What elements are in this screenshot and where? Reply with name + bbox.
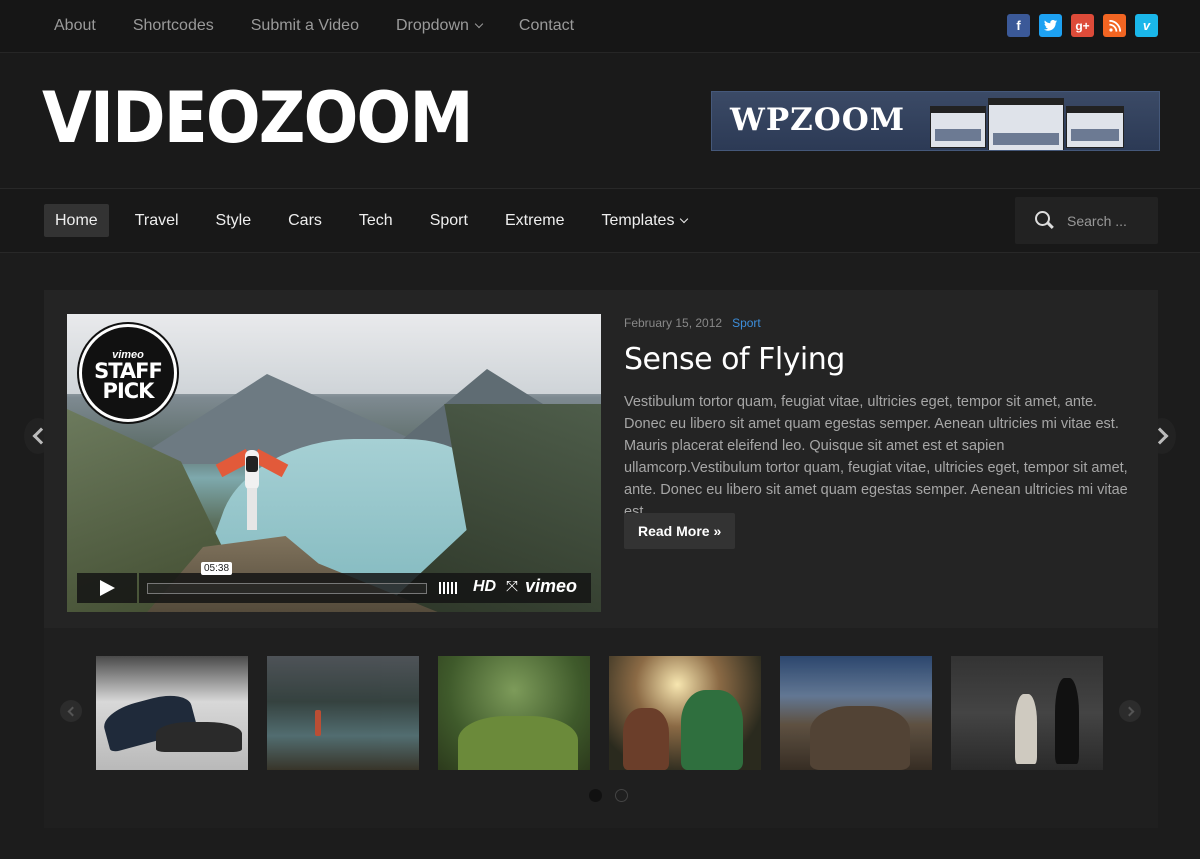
topnav-about-link[interactable]: About bbox=[54, 17, 96, 35]
carousel-thumb-cars[interactable] bbox=[96, 656, 248, 770]
main-navigation: Home Travel Style Cars Tech Sport Extrem… bbox=[0, 189, 1200, 253]
chevron-left-icon bbox=[67, 706, 77, 716]
volume-icon[interactable] bbox=[439, 582, 459, 594]
nav-templates-label: Templates bbox=[601, 212, 675, 229]
staff-pick-badge: vimeo STAFF PICK bbox=[79, 324, 177, 422]
twitter-icon[interactable] bbox=[1039, 14, 1062, 37]
banner-screenshot bbox=[1066, 106, 1124, 148]
carousel-thumb-tree[interactable] bbox=[438, 656, 590, 770]
nav-extreme-label: Extreme bbox=[504, 212, 565, 229]
search-input[interactable] bbox=[1065, 211, 1149, 230]
nav-cars-label: Cars bbox=[288, 212, 322, 229]
thumb-child bbox=[681, 690, 743, 770]
rss-icon[interactable] bbox=[1103, 14, 1126, 37]
play-icon bbox=[100, 580, 115, 596]
carousel-dot-2[interactable] bbox=[615, 789, 628, 802]
nav-style-label: Style bbox=[215, 212, 252, 229]
nav-travel[interactable]: Travel bbox=[124, 204, 190, 237]
thumb-person bbox=[315, 710, 321, 736]
chevron-right-icon bbox=[1124, 706, 1134, 716]
video-progress-track[interactable] bbox=[147, 583, 427, 594]
thumb-car bbox=[156, 722, 242, 752]
staff-pick-line2: PICK bbox=[102, 379, 155, 403]
thumb-rock bbox=[810, 706, 910, 770]
nav-style[interactable]: Style bbox=[205, 204, 263, 237]
post-date: February 15, 2012 bbox=[624, 316, 723, 330]
nav-sport[interactable]: Sport bbox=[419, 204, 479, 237]
post-meta: February 15, 2012 Sport bbox=[624, 316, 1134, 330]
thumb-person bbox=[1015, 694, 1037, 764]
post-excerpt: Vestibulum tortor quam, feugiat vitae, u… bbox=[624, 394, 1128, 520]
vimeo-logo[interactable]: vimeo bbox=[525, 576, 577, 597]
video-time: 05:38 bbox=[201, 562, 233, 575]
read-more-button[interactable]: Read More » bbox=[624, 513, 736, 549]
top-bar: About Shortcodes Submit a Video Dropdown… bbox=[0, 0, 1200, 53]
social-links: f g+ v bbox=[998, 14, 1158, 37]
banner-brand-text: WPZOOM bbox=[730, 102, 906, 138]
nav-templates[interactable]: Templates bbox=[591, 204, 699, 237]
post-title[interactable]: Sense of Flying bbox=[624, 342, 1134, 377]
topnav-contact-label: Contact bbox=[518, 17, 575, 34]
thumb-hill bbox=[458, 716, 578, 770]
site-logo[interactable]: VIDEOZOOM bbox=[42, 83, 474, 153]
banner-screenshot bbox=[930, 106, 986, 148]
nav-extreme[interactable]: Extreme bbox=[494, 204, 576, 237]
header-ad-banner[interactable]: WPZOOM bbox=[711, 91, 1160, 151]
hd-toggle[interactable]: HD bbox=[473, 578, 496, 596]
google-plus-icon[interactable]: g+ bbox=[1071, 14, 1094, 37]
featured-post: February 15, 2012 Sport Sense of Flying V… bbox=[624, 314, 1134, 549]
video-carousel bbox=[44, 628, 1158, 828]
search-box bbox=[1015, 197, 1158, 244]
carousel-thumbnails bbox=[96, 656, 1122, 770]
topnav-contact-link[interactable]: Contact bbox=[519, 17, 574, 35]
topnav-submit-video-link[interactable]: Submit a Video bbox=[251, 17, 359, 35]
nav-home[interactable]: Home bbox=[44, 204, 109, 237]
carousel-prev-button[interactable] bbox=[60, 700, 82, 722]
carousel-dot-1[interactable] bbox=[589, 789, 602, 802]
nav-sport-label: Sport bbox=[429, 212, 468, 229]
nav-tech-label: Tech bbox=[358, 212, 393, 229]
chevron-down-icon bbox=[680, 214, 689, 223]
nav-tech[interactable]: Tech bbox=[348, 204, 404, 237]
carousel-pagination bbox=[589, 789, 641, 802]
post-category-link[interactable]: Sport bbox=[732, 316, 761, 330]
topnav-dropdown-label: Dropdown bbox=[395, 17, 469, 34]
facebook-icon[interactable]: f bbox=[1007, 14, 1030, 37]
topnav-about-label: About bbox=[54, 17, 96, 34]
vimeo-icon[interactable]: v bbox=[1135, 14, 1158, 37]
video-wingsuit-person bbox=[215, 446, 289, 536]
top-navigation: About Shortcodes Submit a Video Dropdown… bbox=[54, 0, 611, 52]
nav-cars[interactable]: Cars bbox=[277, 204, 333, 237]
video-controls: 05:38 HD ⤧ vimeo bbox=[77, 562, 591, 603]
topnav-shortcodes-link[interactable]: Shortcodes bbox=[133, 17, 214, 35]
chevron-down-icon bbox=[474, 19, 484, 29]
carousel-next-button[interactable] bbox=[1119, 700, 1141, 722]
fullscreen-icon[interactable]: ⤧ bbox=[506, 578, 518, 595]
nav-travel-label: Travel bbox=[134, 212, 179, 229]
play-button[interactable] bbox=[77, 573, 137, 603]
site-header: VIDEOZOOM WPZOOM bbox=[0, 53, 1200, 189]
staff-pick-line1: STAFF bbox=[94, 359, 163, 383]
topnav-dropdown-menu[interactable]: Dropdown bbox=[395, 17, 484, 35]
thumb-person bbox=[1055, 678, 1079, 764]
banner-screenshot bbox=[988, 98, 1064, 150]
video-control-bar: 05:38 HD ⤧ vimeo bbox=[139, 562, 591, 603]
topnav-shortcodes-label: Shortcodes bbox=[132, 17, 214, 34]
video-player[interactable]: vimeo STAFF PICK 05:38 HD ⤧ vimeo bbox=[67, 314, 601, 612]
carousel-thumb-children[interactable] bbox=[609, 656, 761, 770]
search-icon[interactable] bbox=[1035, 210, 1055, 231]
topnav-submit-video-label: Submit a Video bbox=[250, 17, 359, 34]
carousel-thumb-mountains[interactable] bbox=[780, 656, 932, 770]
featured-slider: vimeo STAFF PICK 05:38 HD ⤧ vimeo Februa… bbox=[44, 290, 1158, 628]
carousel-thumb-flying[interactable] bbox=[267, 656, 419, 770]
nav-home-label: Home bbox=[55, 212, 98, 229]
thumb-child bbox=[623, 708, 669, 770]
carousel-thumb-street[interactable] bbox=[951, 656, 1103, 770]
